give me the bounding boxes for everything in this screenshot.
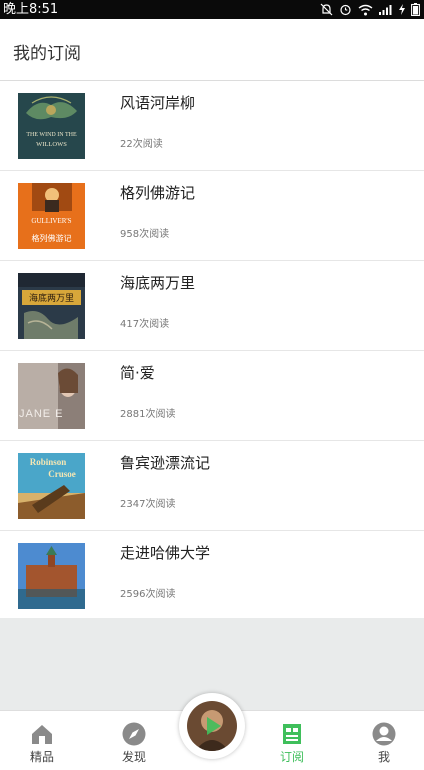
tab-discover[interactable]: 发现 bbox=[104, 721, 164, 770]
cover-title-line-1: Robinson bbox=[30, 457, 67, 467]
alarm-icon bbox=[340, 4, 351, 16]
book-item-twenty-thousand-leagues[interactable]: 海底两万里 海底两万里 417次阅读 bbox=[0, 261, 424, 351]
now-playing-button[interactable] bbox=[179, 693, 245, 759]
signal-icon bbox=[379, 5, 392, 15]
book-cover: 海底两万里 bbox=[18, 273, 85, 339]
book-item-robinson-crusoe[interactable]: Robinson Crusoe 鲁宾逊漂流记 2347次阅读 bbox=[0, 441, 424, 531]
book-cover: THE WIND IN THE WILLOWS bbox=[18, 93, 85, 159]
status-icons bbox=[320, 2, 420, 17]
tab-me[interactable]: 我 bbox=[354, 721, 414, 770]
book-item-gullivers-travels[interactable]: GULLIVER'S 格列佛游记 格列佛游记 958次阅读 bbox=[0, 171, 424, 261]
cover-title-line-2: WILLOWS bbox=[36, 141, 67, 148]
tab-label: 精品 bbox=[29, 750, 54, 764]
subscription-list: THE WIND IN THE WILLOWS 风语河岸柳 22次阅读 GULL… bbox=[0, 81, 424, 618]
book-cover bbox=[18, 543, 85, 609]
battery-icon bbox=[411, 3, 420, 16]
book-read-count: 2881次阅读 bbox=[120, 409, 176, 420]
tab-label: 发现 bbox=[121, 750, 146, 764]
book-title: 格列佛游记 bbox=[120, 184, 196, 202]
book-title: 海底两万里 bbox=[120, 274, 196, 292]
tab-subscribe[interactable]: 订阅 bbox=[262, 721, 322, 770]
book-title: 风语河岸柳 bbox=[120, 94, 196, 112]
cover-title-line-1: 海底两万里 bbox=[29, 292, 74, 304]
tab-label: 我 bbox=[377, 750, 390, 764]
book-item-into-harvard[interactable]: 走进哈佛大学 2596次阅读 bbox=[0, 531, 424, 621]
book-cover: GULLIVER'S 格列佛游记 bbox=[18, 183, 85, 249]
book-title: 鲁宾逊漂流记 bbox=[120, 454, 211, 472]
book-read-count: 22次阅读 bbox=[120, 139, 163, 150]
cover-title-line-2: Crusoe bbox=[48, 469, 76, 479]
book-cover: Robinson Crusoe bbox=[18, 453, 85, 519]
cover-title-line-1: JANE E bbox=[19, 408, 64, 420]
profile-icon bbox=[372, 722, 396, 746]
page-title: 我的订阅 bbox=[13, 44, 81, 64]
now-playing-cover bbox=[187, 701, 237, 751]
cover-title-line-1: GULLIVER'S bbox=[31, 217, 71, 225]
book-read-count: 2347次阅读 bbox=[120, 499, 176, 510]
home-icon bbox=[32, 725, 52, 744]
status-bar: 晚上8:51 bbox=[0, 0, 424, 19]
subscribe-icon bbox=[283, 724, 301, 744]
compass-icon bbox=[122, 722, 146, 746]
book-title: 简·爱 bbox=[120, 364, 155, 382]
book-read-count: 417次阅读 bbox=[120, 319, 170, 330]
cover-title-line-1: THE WIND IN THE bbox=[26, 132, 77, 138]
book-cover: JANE E bbox=[18, 363, 85, 429]
book-title: 走进哈佛大学 bbox=[120, 544, 211, 562]
page-header: 我的订阅 bbox=[0, 19, 424, 81]
book-item-wind-in-the-willows[interactable]: THE WIND IN THE WILLOWS 风语河岸柳 22次阅读 bbox=[0, 81, 424, 171]
book-read-count: 2596次阅读 bbox=[120, 589, 176, 600]
mute-bell-icon bbox=[320, 3, 333, 16]
tab-label: 订阅 bbox=[279, 750, 304, 764]
status-time: 晚上8:51 bbox=[3, 2, 59, 17]
tab-featured[interactable]: 精品 bbox=[12, 721, 72, 770]
book-read-count: 958次阅读 bbox=[120, 229, 170, 240]
wifi-icon bbox=[358, 4, 373, 15]
cover-title-line-2: 格列佛游记 bbox=[32, 233, 72, 243]
charging-icon bbox=[399, 4, 405, 15]
book-item-jane-eyre[interactable]: JANE E 简·爱 2881次阅读 bbox=[0, 351, 424, 441]
